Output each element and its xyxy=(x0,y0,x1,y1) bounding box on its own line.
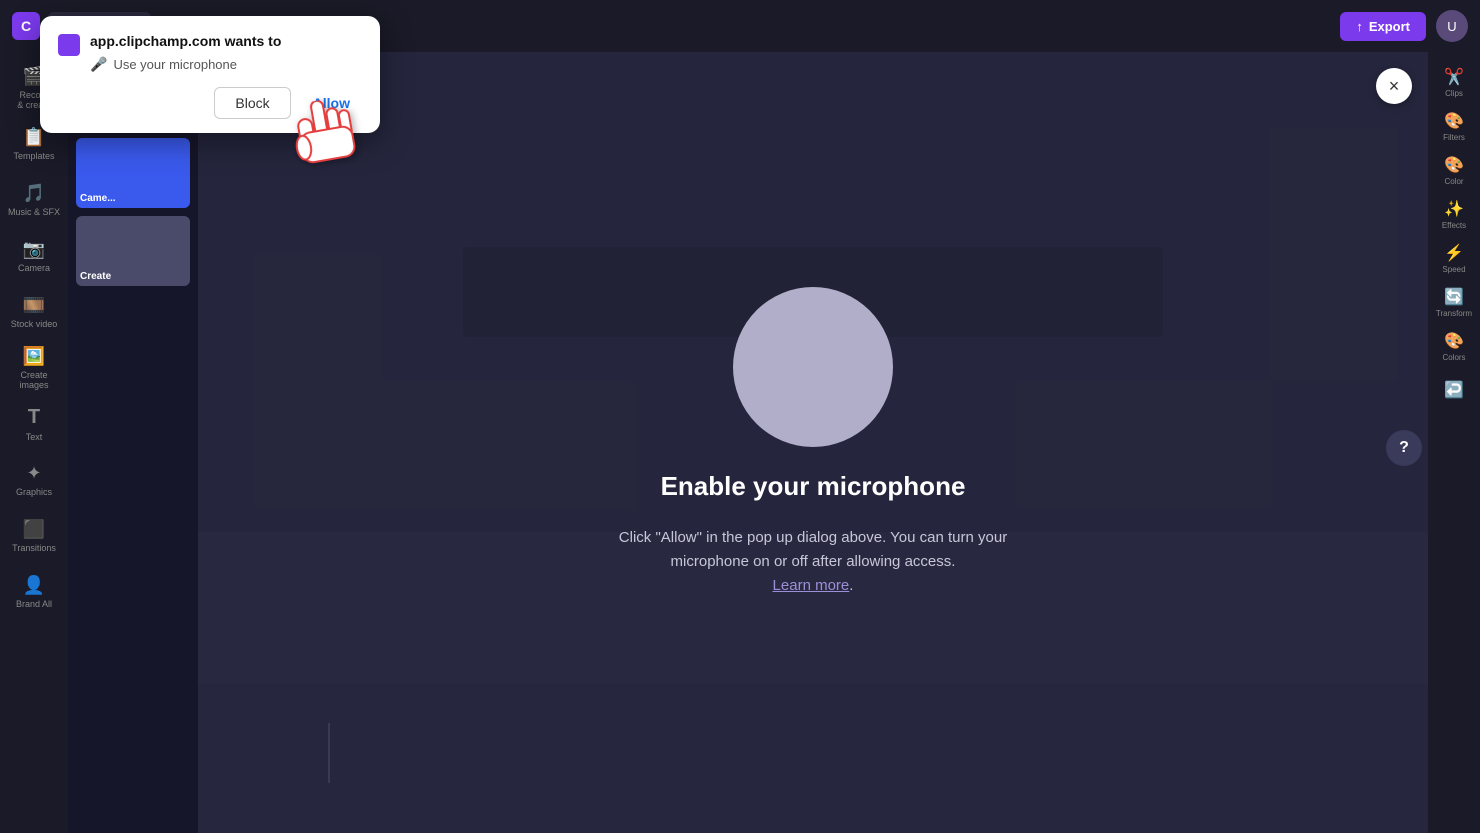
mic-icon: 🎤 xyxy=(90,56,107,73)
top-bar-right: ↑ Export U xyxy=(1340,10,1468,42)
popup-header: app.clipchamp.com wants to 🎤 Use your mi… xyxy=(58,32,362,73)
right-sidebar-item-color2[interactable]: 🎨 Colors xyxy=(1434,326,1474,366)
panel-thumb-2[interactable]: Came... xyxy=(76,138,190,208)
filters-icon: 🎨 xyxy=(1444,111,1464,131)
sidebar-item-music[interactable]: 🎵 Music & SFX xyxy=(8,174,60,226)
sidebar-item-text[interactable]: T Text xyxy=(8,398,60,450)
sidebar-item-label: Templates xyxy=(13,151,54,161)
close-icon: × xyxy=(1389,76,1400,97)
right-sidebar-item-effects[interactable]: ✨ Effects xyxy=(1434,194,1474,234)
clips-label: Clips xyxy=(1445,89,1463,98)
microphone-circle-graphic xyxy=(733,287,893,447)
modal-overlay: Enable your microphone Click "Allow" in … xyxy=(198,52,1428,833)
right-sidebar-item-transform[interactable]: 🔄 Transform xyxy=(1434,282,1474,322)
allow-button[interactable]: Allow xyxy=(301,87,362,119)
sidebar-item-camera[interactable]: 📷 Camera xyxy=(8,230,60,282)
color-label: Color xyxy=(1444,177,1463,186)
close-button[interactable]: × xyxy=(1376,68,1412,104)
effects-label: Effects xyxy=(1442,221,1466,230)
modal-description: Click "Allow" in the pop up dialog above… xyxy=(583,526,1043,598)
speed-label: Speed xyxy=(1442,265,1465,274)
popup-info: app.clipchamp.com wants to 🎤 Use your mi… xyxy=(90,32,281,73)
popup-subtitle: 🎤 Use your microphone xyxy=(90,56,281,73)
site-favicon xyxy=(58,34,80,56)
stock-icon: 🎞️ xyxy=(23,295,45,316)
undo-icon: ↩️ xyxy=(1444,380,1464,400)
block-button[interactable]: Block xyxy=(214,87,290,119)
filters-label: Filters xyxy=(1443,133,1465,142)
camera-icon: 📷 xyxy=(23,239,45,260)
sidebar-item-label: Createimages xyxy=(19,370,48,390)
clips-icon: ✂️ xyxy=(1444,67,1464,87)
right-sidebar-item-speed[interactable]: ⚡ Speed xyxy=(1434,238,1474,278)
browser-permission-popup: app.clipchamp.com wants to 🎤 Use your mi… xyxy=(40,16,380,133)
templates-icon: 📋 xyxy=(23,127,45,148)
brand-icon: 👤 xyxy=(23,575,45,596)
thumb-label-2: Came... xyxy=(80,193,116,204)
sidebar-item-label: Music & SFX xyxy=(8,207,60,217)
help-button[interactable]: ? xyxy=(1386,430,1422,466)
sidebar-item-transitions[interactable]: ⬛ Transitions xyxy=(8,510,60,562)
sidebar-item-brand[interactable]: 👤 Brand All xyxy=(8,566,60,618)
panel-thumb-3[interactable]: Create xyxy=(76,216,190,286)
speed-icon: ⚡ xyxy=(1444,243,1464,263)
color2-icon: 🎨 xyxy=(1444,331,1464,351)
left-sidebar: 🎬 Record& create 📋 Templates 🎵 Music & S… xyxy=(0,52,68,833)
modal-description-text: Click "Allow" in the pop up dialog above… xyxy=(619,529,1007,570)
sidebar-item-label: Text xyxy=(26,432,43,442)
avatar[interactable]: U xyxy=(1436,10,1468,42)
sidebar-item-label: Camera xyxy=(18,263,50,273)
app-logo: C xyxy=(12,12,40,40)
modal-title: Enable your microphone xyxy=(661,471,966,502)
modal-content: Enable your microphone Click "Allow" in … xyxy=(543,227,1083,658)
popup-actions: Block Allow xyxy=(58,87,362,119)
sidebar-item-graphics[interactable]: ✦ Graphics xyxy=(8,454,60,506)
sidebar-item-label: Graphics xyxy=(16,487,52,497)
learn-more-link[interactable]: Learn more xyxy=(773,577,850,594)
graphics-icon: ✦ xyxy=(26,463,41,484)
export-icon: ↑ xyxy=(1356,19,1363,34)
transform-label: Transform xyxy=(1436,309,1472,318)
thumb-label-3: Create xyxy=(80,271,111,282)
color-icon: 🎨 xyxy=(1444,155,1464,175)
avatar-initial: U xyxy=(1447,19,1456,34)
sidebar-item-label: Brand All xyxy=(16,599,52,609)
export-button[interactable]: ↑ Export xyxy=(1340,12,1426,41)
color2-label: Colors xyxy=(1442,353,1465,362)
right-sidebar: ✂️ Clips 🎨 Filters 🎨 Color ✨ Effects ⚡ S… xyxy=(1428,52,1480,833)
sidebar-item-stock[interactable]: 🎞️ Stock video xyxy=(8,286,60,338)
text-icon: T xyxy=(28,406,40,429)
export-label: Export xyxy=(1369,19,1410,34)
help-icon: ? xyxy=(1399,439,1409,457)
sidebar-item-images[interactable]: 🖼️ Createimages xyxy=(8,342,60,394)
transitions-icon: ⬛ xyxy=(23,519,45,540)
sidebar-item-label: Transitions xyxy=(12,543,56,553)
right-sidebar-item-color[interactable]: 🎨 Color xyxy=(1434,150,1474,190)
popup-site-text: app.clipchamp.com wants to xyxy=(90,32,281,52)
right-sidebar-item-filters[interactable]: 🎨 Filters xyxy=(1434,106,1474,146)
permission-text: Use your microphone xyxy=(113,57,237,72)
right-sidebar-item-undo[interactable]: ↩️ xyxy=(1434,370,1474,410)
images-icon: 🖼️ xyxy=(23,346,45,367)
panel-area: Scree... Came... Create xyxy=(68,52,198,833)
music-icon: 🎵 xyxy=(23,183,45,204)
transform-icon: 🔄 xyxy=(1444,287,1464,307)
effects-icon: ✨ xyxy=(1444,199,1464,219)
sidebar-item-label: Stock video xyxy=(11,319,58,329)
right-sidebar-item-clips[interactable]: ✂️ Clips xyxy=(1434,62,1474,102)
